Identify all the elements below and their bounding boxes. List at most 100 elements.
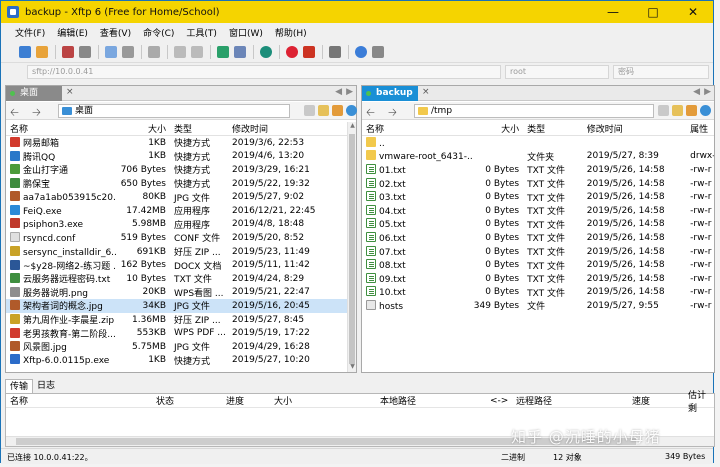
- table-row[interactable]: 01.txt 0 Bytes TXT 文件 2019/5/26, 14:58 -rw-r: [362, 163, 714, 177]
- table-row[interactable]: ~$y28-网络2-练习题 ... 162 Bytes DOCX 文档 2019/5/…: [6, 258, 356, 272]
- up-folder-icon[interactable]: [672, 105, 683, 116]
- table-row[interactable]: 风景图.jpg 5.75MB JPG 文件 2019/4/29, 16:28: [6, 340, 356, 354]
- col-size[interactable]: 大小: [116, 122, 170, 135]
- col-transfer-size[interactable]: 大小: [270, 394, 376, 407]
- tab-close-icon[interactable]: ×: [66, 87, 74, 97]
- table-row[interactable]: 云服务器远程密码.txt 10 Bytes TXT 文件 2019/4/24, 8:2…: [6, 272, 356, 286]
- sync-icon[interactable]: [217, 45, 229, 58]
- password-input[interactable]: 密码: [613, 65, 709, 79]
- table-row[interactable]: 第九周作业-李晨星.zip 1.36MB 好压 ZIP ... 2019/5/27, …: [6, 313, 356, 327]
- folder-tree-icon[interactable]: [105, 45, 117, 58]
- col-type[interactable]: 类型: [170, 122, 228, 135]
- menu-edit[interactable]: 编辑(E): [57, 26, 88, 39]
- table-row[interactable]: 金山打字通 706 Bytes 快捷方式 2019/3/29, 16:21: [6, 163, 356, 177]
- table-row[interactable]: 网易邮箱 1KB 快捷方式 2019/3/6, 22:53: [6, 136, 356, 150]
- col-direction[interactable]: <->: [486, 396, 512, 406]
- scroll-down-icon[interactable]: ▼: [348, 363, 357, 372]
- minimize-icon[interactable]: —: [593, 1, 633, 23]
- table-row[interactable]: Xftp-6.0.0115p.exe 1KB 快捷方式 2019/5/27, 10:2…: [6, 354, 356, 368]
- menu-command[interactable]: 命令(C): [143, 26, 174, 39]
- table-row[interactable]: hosts 349 Bytes 文件 2019/5/27, 9:55 -rw-r: [362, 299, 714, 313]
- col-attr[interactable]: 属性: [686, 122, 714, 135]
- back-icon[interactable]: 🡠: [366, 104, 375, 123]
- table-row[interactable]: rsyncd.conf 519 Bytes CONF 文件 2019/5/20, 8:…: [6, 231, 356, 245]
- remote-path-input[interactable]: /tmp: [414, 104, 654, 118]
- back-icon[interactable]: 🡠: [10, 104, 19, 123]
- local-scrollbar[interactable]: ▲ ▼: [347, 122, 356, 372]
- refresh-icon[interactable]: [700, 105, 711, 116]
- col-transfer-name[interactable]: 名称: [6, 394, 152, 407]
- paste-icon[interactable]: [191, 45, 203, 58]
- tab-prev-icon[interactable]: ◀: [693, 87, 700, 97]
- table-row[interactable]: 鹏保宝 650 Bytes 快捷方式 2019/5/22, 19:32: [6, 177, 356, 191]
- table-row[interactable]: 06.txt 0 Bytes TXT 文件 2019/5/26, 14:58 -rw-r: [362, 231, 714, 245]
- tab-prev-icon[interactable]: ◀: [335, 87, 342, 97]
- screen-icon[interactable]: [148, 45, 160, 58]
- tab-next-icon[interactable]: ▶: [346, 87, 353, 97]
- transfer-icon[interactable]: [234, 45, 246, 58]
- table-row[interactable]: 04.txt 0 Bytes TXT 文件 2019/5/26, 14:58 -rw-r: [362, 204, 714, 218]
- table-row[interactable]: 腾讯QQ 1KB 快捷方式 2019/4/6, 13:20: [6, 150, 356, 164]
- table-row[interactable]: 08.txt 0 Bytes TXT 文件 2019/5/26, 14:58 -rw-r: [362, 258, 714, 272]
- copy-icon[interactable]: [174, 45, 186, 58]
- col-remote-path[interactable]: 远程路径: [512, 394, 628, 407]
- open-folder-icon[interactable]: [36, 45, 48, 58]
- disconnect-icon[interactable]: [62, 45, 74, 58]
- scroll-up-icon[interactable]: ▲: [348, 122, 357, 131]
- col-transfer-status[interactable]: 状态: [152, 394, 222, 407]
- tab-local-desktop[interactable]: 桌面: [6, 86, 62, 101]
- forward-icon[interactable]: 🡢: [388, 104, 397, 123]
- table-row[interactable]: 服务器说明.png 20KB WPS看图 ... 2019/5/21, 22:47: [6, 286, 356, 300]
- tab-transfer[interactable]: 传输: [5, 379, 34, 393]
- table-row[interactable]: psiphon3.exe 5.98MB 应用程序 2019/4/8, 18:48: [6, 218, 356, 232]
- col-mtime[interactable]: 修改时间: [228, 122, 348, 135]
- new-folder-icon[interactable]: [332, 105, 343, 116]
- table-row[interactable]: aa7a1ab053915c20... 80KB JPG 文件 2019/5/27, …: [6, 190, 356, 204]
- gear-icon[interactable]: [329, 45, 341, 58]
- reconnect-icon[interactable]: [79, 45, 91, 58]
- table-row[interactable]: 09.txt 0 Bytes TXT 文件 2019/5/26, 14:58 -rw-r: [362, 272, 714, 286]
- menu-tools[interactable]: 工具(T): [186, 26, 217, 39]
- table-row[interactable]: 10.txt 0 Bytes TXT 文件 2019/5/26, 14:58 -rw-r: [362, 286, 714, 300]
- scroll-thumb[interactable]: [349, 134, 355, 364]
- table-row[interactable]: 07.txt 0 Bytes TXT 文件 2019/5/26, 14:58 -rw-r: [362, 245, 714, 259]
- menu-view[interactable]: 查看(V): [100, 26, 131, 39]
- table-row[interactable]: FeiQ.exe 17.42MB 应用程序 2016/12/21, 22:45: [6, 204, 356, 218]
- help-icon[interactable]: [355, 45, 367, 58]
- menu-file[interactable]: 文件(F): [15, 26, 45, 39]
- table-row[interactable]: 02.txt 0 Bytes TXT 文件 2019/5/26, 14:58 -rw-r: [362, 177, 714, 191]
- col-name[interactable]: 名称: [6, 122, 116, 135]
- table-row[interactable]: 架构者词的概念.jpg 34KB JPG 文件 2019/5/16, 20:45: [6, 299, 356, 313]
- col-name[interactable]: 名称: [362, 122, 473, 135]
- up-folder-icon[interactable]: [318, 105, 329, 116]
- col-eta[interactable]: 估计剩: [684, 388, 714, 414]
- tab-next-icon[interactable]: ▶: [704, 87, 711, 97]
- col-local-path[interactable]: 本地路径: [376, 394, 486, 407]
- tab-log[interactable]: 日志: [33, 379, 59, 393]
- col-transfer-progress[interactable]: 进度: [222, 394, 270, 407]
- refresh-icon[interactable]: [346, 105, 357, 116]
- table-row[interactable]: vmware-root_6431-... 文件夹 2019/5/27, 8:39 dr…: [362, 150, 714, 164]
- menu-help[interactable]: 帮助(H): [275, 26, 307, 39]
- dropdown-icon[interactable]: [658, 105, 669, 116]
- dropdown-icon[interactable]: [304, 105, 315, 116]
- menu-window[interactable]: 窗口(W): [229, 26, 263, 39]
- chat-icon[interactable]: [372, 45, 384, 58]
- tag-icon[interactable]: [303, 45, 315, 58]
- table-row[interactable]: 老男孩教育-第二阶段... 553KB WPS PDF ... 2019/5/19, …: [6, 326, 356, 340]
- col-size[interactable]: 大小: [473, 122, 523, 135]
- title-bar[interactable]: backup - Xftp 6 (Free for Home/School) —…: [1, 1, 713, 23]
- table-row[interactable]: sersync_installdir_6... 691KB 好压 ZIP ... 20…: [6, 245, 356, 259]
- globe-icon[interactable]: [260, 45, 272, 58]
- forward-icon[interactable]: 🡢: [32, 104, 41, 123]
- username-input[interactable]: root: [505, 65, 609, 79]
- host-input[interactable]: sftp://10.0.0.41: [27, 65, 501, 79]
- table-row[interactable]: 05.txt 0 Bytes TXT 文件 2019/5/26, 14:58 -rw-r: [362, 218, 714, 232]
- local-path-input[interactable]: 桌面: [58, 104, 290, 118]
- tab-close-icon[interactable]: ×: [422, 87, 430, 97]
- xshell-icon[interactable]: [286, 45, 298, 58]
- col-type[interactable]: 类型: [523, 122, 583, 135]
- new-folder-icon[interactable]: [686, 105, 697, 116]
- table-row[interactable]: 03.txt 0 Bytes TXT 文件 2019/5/26, 14:58 -rw-r: [362, 190, 714, 204]
- close-icon[interactable]: ✕: [673, 1, 713, 23]
